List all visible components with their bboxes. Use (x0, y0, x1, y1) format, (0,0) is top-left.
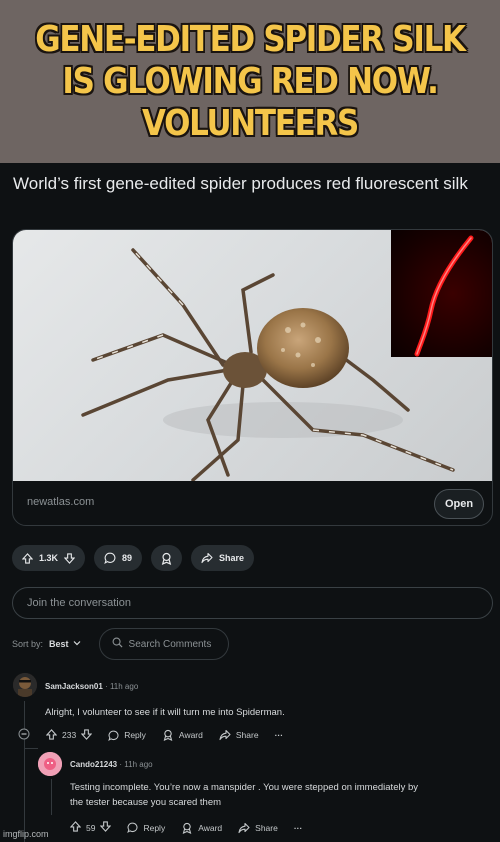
comment-author[interactable]: SamJackson01 · 11h ago (45, 682, 138, 691)
upvote-icon[interactable] (45, 728, 58, 742)
sort-dropdown[interactable]: Best (49, 639, 81, 649)
join-conversation-input[interactable]: Join the conversation (12, 587, 493, 619)
avatar[interactable] (38, 752, 62, 776)
share-icon (238, 822, 250, 833)
comment-actions: 59 Reply Award Share ··· (69, 821, 303, 834)
comment-icon (108, 730, 119, 741)
comment-actions: 233 Reply Award Share ··· (18, 728, 283, 742)
comment-body: Testing incomplete. You’re now a manspid… (70, 780, 490, 810)
comment-placeholder: Join the conversation (27, 597, 131, 609)
reply-thread-line[interactable] (51, 779, 52, 815)
downvote-icon[interactable] (80, 728, 93, 742)
post-action-bar: 1.3K 89 Share (12, 545, 255, 571)
share-button[interactable]: Share (219, 729, 259, 741)
comment-vote-group: 233 (45, 728, 93, 742)
award-label: Award (198, 822, 223, 833)
share-label: Share (255, 822, 278, 833)
open-link-button[interactable]: Open (434, 489, 484, 519)
comment-time: 11h ago (124, 760, 153, 769)
avatar[interactable] (13, 673, 37, 697)
collapse-icon[interactable] (18, 728, 30, 742)
comment-time: 11h ago (109, 682, 139, 691)
reply-button[interactable]: Reply (127, 822, 165, 833)
upvote-icon[interactable] (22, 552, 33, 564)
comment-body: Alright, I volunteer to see if it will t… (45, 707, 285, 718)
award-button[interactable]: Award (162, 729, 203, 741)
share-button[interactable]: Share (238, 822, 278, 834)
downvote-icon[interactable] (64, 552, 76, 564)
award-icon (160, 552, 173, 565)
vote-count: 1.3K (39, 553, 59, 563)
username[interactable]: Cando21243 (70, 760, 117, 769)
award-icon (163, 729, 173, 741)
sort-value: Best (49, 639, 69, 649)
reply-label: Reply (143, 822, 166, 833)
link-card-footer: newatlas.com Open (13, 481, 492, 525)
comment-icon (127, 822, 138, 833)
username[interactable]: SamJackson01 (45, 682, 103, 691)
reply-button[interactable]: Reply (108, 730, 146, 741)
comment-icon (104, 552, 116, 564)
meme-caption-band: GENE-EDITED SPIDER SILK IS GLOWING RED N… (0, 0, 500, 163)
sort-label: Sort by: (12, 639, 44, 649)
sort-row: Sort by: Best Search Comments (12, 628, 229, 660)
search-comments-placeholder: Search Comments (128, 638, 212, 650)
award-label: Award (178, 730, 203, 740)
share-icon (201, 552, 213, 564)
award-icon (182, 822, 192, 834)
reply-label: Reply (124, 730, 146, 740)
comment-body-line: Testing incomplete. You’re now a manspid… (70, 782, 419, 793)
link-preview-card[interactable]: newatlas.com Open (12, 229, 493, 526)
thread-connector (24, 748, 38, 749)
share-icon (219, 729, 231, 741)
share-button[interactable]: Share (191, 545, 255, 571)
award-button[interactable] (151, 545, 183, 571)
search-icon (112, 637, 123, 651)
comment-body-line: the tester because you scared them (70, 797, 222, 808)
comments-button[interactable]: 89 (94, 545, 143, 571)
comment-vote-count: 233 (62, 730, 77, 740)
more-options-icon[interactable]: ··· (275, 730, 284, 740)
comment-vote-count: 59 (86, 822, 96, 833)
more-options-icon[interactable]: ··· (294, 823, 303, 833)
red-silk-thumbnail (391, 230, 492, 357)
share-label: Share (219, 553, 245, 563)
vote-pill: 1.3K (12, 545, 86, 571)
comment-vote-group: 59 (69, 821, 112, 834)
spider-photo[interactable] (13, 230, 492, 481)
chevron-down-icon (73, 639, 81, 649)
post: World’s first gene-edited spider produce… (0, 163, 500, 842)
imgflip-watermark: imgflip.com (3, 829, 49, 839)
award-button[interactable]: Award (181, 822, 222, 834)
search-comments-input[interactable]: Search Comments (98, 628, 229, 660)
upvote-icon[interactable] (69, 821, 82, 834)
link-domain[interactable]: newatlas.com (27, 496, 94, 508)
thread-line[interactable] (24, 701, 25, 842)
comment-author[interactable]: Cando21243 · 11h ago (70, 760, 153, 769)
downvote-icon[interactable] (100, 821, 112, 834)
meme-caption: GENE-EDITED SPIDER SILK IS GLOWING RED N… (35, 18, 466, 144)
comment-count: 89 (122, 553, 133, 563)
post-title[interactable]: World’s first gene-edited spider produce… (13, 173, 493, 195)
share-label: Share (235, 730, 259, 740)
